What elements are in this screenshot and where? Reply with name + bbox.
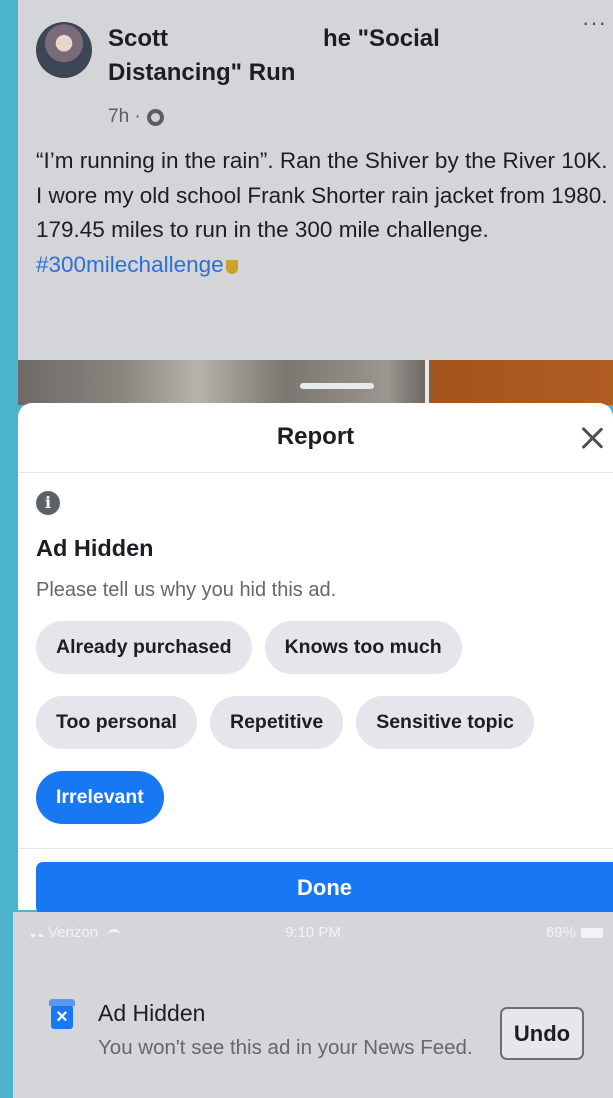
trophy-icon (225, 259, 238, 274)
more-options-icon[interactable]: ··· (582, 10, 607, 36)
post-meta: 7h · (108, 106, 164, 128)
globe-icon (146, 108, 164, 126)
sheet-header: Report (18, 403, 613, 473)
report-sheet: Report i Ad Hidden Please tell us why yo… (18, 403, 613, 914)
reason-chip-repetitive[interactable]: Repetitive (209, 696, 344, 749)
reason-chip-sensitive-topic[interactable]: Sensitive topic (356, 696, 534, 749)
close-icon[interactable] (579, 425, 605, 451)
ad-hidden-toast: Verizon 9:10 PM 69% Ad Hidden You won't … (13, 912, 613, 1098)
reason-chip-irrelevant[interactable]: Irrelevant (36, 771, 164, 824)
hashtag-link[interactable]: #300milechallenge (36, 252, 224, 277)
feed-post: Scott he "Social Distancing" Run ··· 7h ·… (18, 0, 613, 405)
info-icon: i (36, 491, 60, 515)
sheet-title: Report (276, 423, 355, 450)
undo-button[interactable]: Undo (500, 1007, 584, 1060)
status-battery: 69% (546, 924, 603, 941)
done-button[interactable]: Done (36, 862, 613, 914)
status-time: 9:10 PM (285, 924, 341, 941)
post-body-text: “I’m running in the rain”. Ran the Shive… (36, 148, 608, 242)
post-time: 7h · (108, 106, 141, 127)
ad-hidden-heading: Ad Hidden (36, 535, 154, 561)
reason-chip-knows-too-much[interactable]: Knows too much (264, 621, 462, 674)
post-body: “I’m running in the rain”. Ran the Shive… (36, 144, 611, 282)
photo-divider (425, 360, 429, 405)
post-title[interactable]: Scott he "Social Distancing" Run (108, 22, 548, 90)
ad-hidden-subtitle: Please tell us why you hid this ad. (36, 579, 337, 601)
hidden-box-icon (49, 999, 75, 1029)
toast-message: You won't see this ad in your News Feed. (98, 1036, 473, 1059)
reason-chip-already-purchased[interactable]: Already purchased (36, 621, 252, 674)
reason-chips: Already purchased Knows too much Too per… (36, 621, 601, 846)
post-author-name[interactable]: Scott (108, 25, 168, 52)
status-bar: Verizon 9:10 PM 69% (13, 912, 613, 952)
battery-icon (581, 927, 603, 938)
post-title-line2: Distancing" Run (108, 59, 296, 86)
post-title-text: he "Social (323, 25, 440, 52)
battery-percent: 69% (545, 924, 576, 941)
avatar[interactable] (36, 22, 92, 78)
divider (18, 848, 613, 849)
sheet-drag-handle[interactable] (300, 383, 374, 389)
reason-chip-too-personal[interactable]: Too personal (36, 696, 197, 749)
toast-title: Ad Hidden (98, 1000, 206, 1026)
